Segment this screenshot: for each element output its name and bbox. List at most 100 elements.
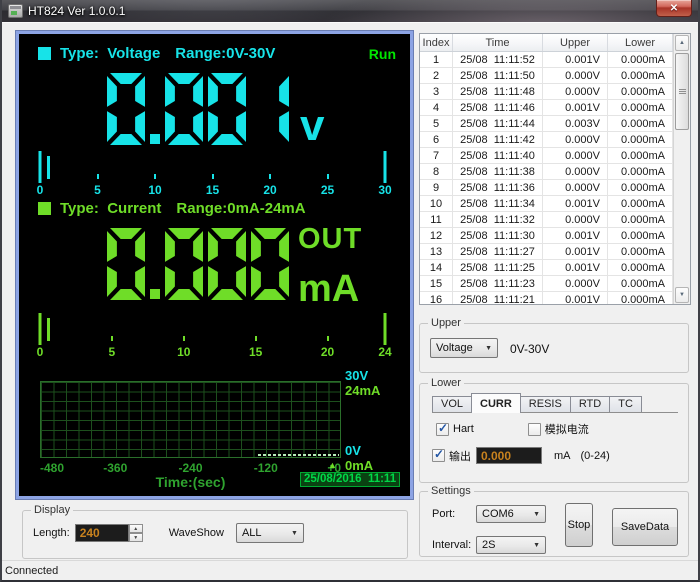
upper-type-select[interactable]: Voltage ▼ [430,338,498,358]
waveshow-select[interactable]: ALL ▼ [235,523,304,543]
column-header[interactable]: Time [453,34,543,51]
timestamp-badge: 25/08/2016 11:11 [300,472,401,487]
voltage-indicator-icon [38,47,51,60]
column-header[interactable]: Upper [543,34,608,51]
table-row[interactable]: 6 25/08 11:11:42 0.000V 0.000mA [420,132,690,148]
upper-group: Upper Voltage ▼ 0V-30V [419,317,689,373]
save-data-button[interactable]: SaveData [612,508,678,546]
trend-graph [40,381,341,458]
cell-lower: 0.000mA [608,228,673,243]
close-icon: ✕ [669,2,679,14]
hart-label: Hart [453,423,474,435]
spinner-down-icon: ▼ [133,534,139,541]
length-label: Length: [33,527,70,539]
lower-tab[interactable]: CURR [471,393,521,413]
table-row[interactable]: 16 25/08 11:11:21 0.001V 0.000mA [420,292,690,304]
cell-upper: 0.003V [543,116,608,131]
lower-tab[interactable]: RTD [569,396,611,412]
window-title: HT824 Ver 1.0.0.1 [28,4,126,18]
table-row[interactable]: 2 25/08 11:11:50 0.000V 0.000mA [420,68,690,84]
spinner-down-button[interactable]: ▼ [128,533,143,542]
cell-lower: 0.000mA [608,84,673,99]
length-spinner[interactable]: ▲ ▼ [128,524,143,542]
cell-lower: 0.000mA [608,212,673,227]
display-group: Display Length: 240 ▲ ▼ WaveShow ALL ▼ [22,504,408,559]
cell-upper: 0.000V [543,148,608,163]
output-value-input[interactable]: 0.000 [476,447,542,464]
cell-upper: 0.001V [543,244,608,259]
settings-group: Settings Port: COM6 ▼ Interval: 2S ▼ Sto… [419,485,689,557]
column-header[interactable]: Lower [608,34,673,51]
simulate-current-checkbox[interactable]: ✓ [527,422,541,436]
cell-lower: 0.000mA [608,180,673,195]
table-row[interactable]: 7 25/08 11:11:40 0.000V 0.000mA [420,148,690,164]
table-row[interactable]: 3 25/08 11:11:48 0.000V 0.000mA [420,84,690,100]
column-header[interactable]: Index [420,34,453,51]
cell-index: 5 [420,116,453,131]
meter-display-panel: Type: Voltage Range:0V-30V Run v 0 5 10 15 2… [16,31,413,499]
port-select[interactable]: COM6 ▼ [476,505,546,523]
cell-time: 25/08 11:11:23 [453,276,543,291]
table-row[interactable]: 8 25/08 11:11:38 0.000V 0.000mA [420,164,690,180]
current-unit-label: mA [298,268,360,310]
scrollbar-thumb[interactable] [675,53,689,130]
table-row[interactable]: 11 25/08 11:11:32 0.000V 0.000mA [420,212,690,228]
lower-tabs: VOL CURR RESIS RTD TC [432,392,678,413]
cell-upper: 0.000V [543,276,608,291]
graph-ymin-voltage: 0V [345,443,361,458]
interval-value: 2S [482,539,496,551]
lower-tab[interactable]: VOL [432,396,473,412]
cell-lower: 0.000mA [608,244,673,259]
cell-upper: 0.000V [543,84,608,99]
table-row[interactable]: 10 25/08 11:11:34 0.001V 0.000mA [420,196,690,212]
table-row[interactable]: 12 25/08 11:11:30 0.001V 0.000mA [420,228,690,244]
table-row[interactable]: 5 25/08 11:11:44 0.003V 0.000mA [420,116,690,132]
waveshow-label: WaveShow [168,527,224,539]
cell-time: 25/08 11:11:48 [453,84,543,99]
cell-time: 25/08 11:11:42 [453,132,543,147]
current-header: Type: Current Range:0mA-24mA [38,200,306,217]
scroll-up-button[interactable]: ▲ [675,35,689,51]
stop-button[interactable]: Stop [565,503,593,547]
port-value: COM6 [482,508,514,520]
log-table: Index Time Upper Lower 1 25/08 11:11:52 0.0… [419,33,691,305]
length-input[interactable]: 240 [74,524,129,542]
scroll-down-icon: ▼ [679,292,685,298]
table-scrollbar[interactable]: ▲ ▼ [673,34,690,304]
table-row[interactable]: 1 25/08 11:11:52 0.001V 0.000mA [420,52,690,68]
table-row[interactable]: 4 25/08 11:11:46 0.001V 0.000mA [420,100,690,116]
table-row[interactable]: 14 25/08 11:11:25 0.001V 0.000mA [420,260,690,276]
lower-tab[interactable]: RESIS [519,396,571,412]
waveshow-value: ALL [241,527,262,539]
cell-time: 25/08 11:11:21 [453,292,543,304]
app-icon [8,4,23,18]
thumb-grip-icon [678,89,686,94]
scroll-up-icon: ▲ [679,40,685,46]
scroll-down-button[interactable]: ▼ [675,287,689,303]
table-row[interactable]: 9 25/08 11:11:36 0.000V 0.000mA [420,180,690,196]
lower-group: Lower VOLCURRRESISRTDTC ✓ Hart ✓ 模拟电流 ✓ … [419,377,689,483]
table-row[interactable]: 13 25/08 11:11:27 0.001V 0.000mA [420,244,690,260]
output-checkbox[interactable]: ✓ [432,447,445,462]
graph-axis-title: Time:(sec) [155,474,226,490]
interval-label: Interval: [432,539,472,551]
cell-upper: 0.000V [543,68,608,83]
cell-index: 10 [420,196,453,211]
cell-upper: 0.000V [543,212,608,227]
lower-tab[interactable]: TC [609,396,642,412]
voltage-range-label: Range:0V-30V [175,45,276,62]
checkmark-icon: ✓ [434,447,445,461]
spinner-up-button[interactable]: ▲ [128,524,143,533]
settings-group-title: Settings [428,485,474,497]
cell-index: 15 [420,276,453,291]
current-indicator-icon [38,202,51,215]
cell-lower: 0.000mA [608,132,673,147]
close-button[interactable]: ✕ [656,0,692,17]
table-row[interactable]: 15 25/08 11:11:23 0.000V 0.000mA [420,276,690,292]
spinner-up-icon: ▲ [133,525,139,532]
output-mode-label: OUT [298,223,363,255]
graph-ymax-current: 24mA [345,383,381,398]
hart-checkbox[interactable]: ✓ [436,421,449,436]
interval-select[interactable]: 2S ▼ [476,536,546,554]
cell-index: 14 [420,260,453,275]
